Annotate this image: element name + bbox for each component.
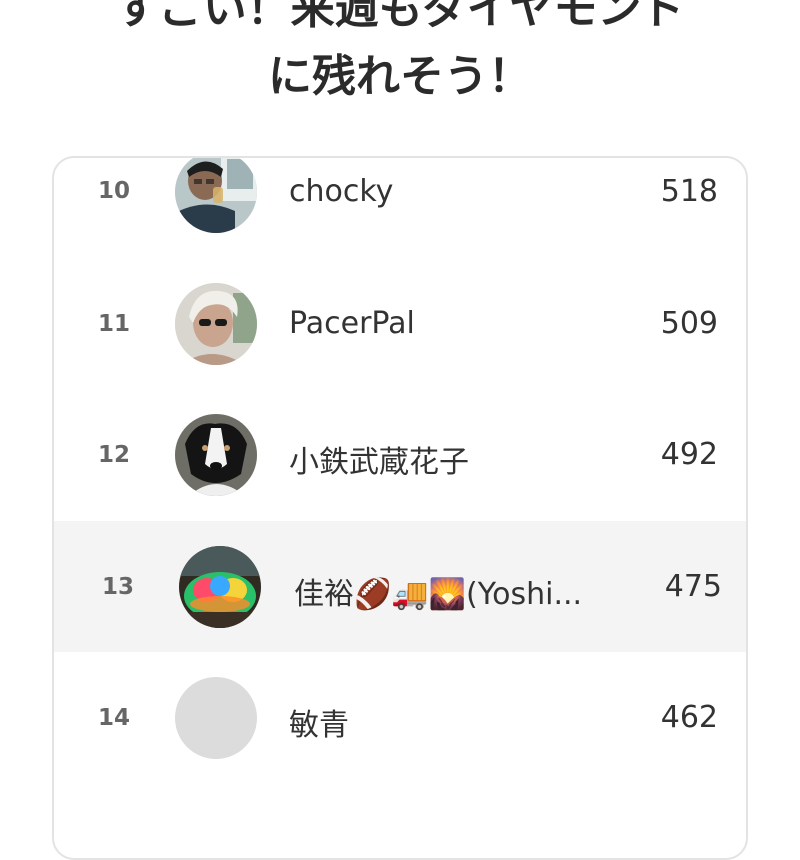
avatar[interactable] [175, 283, 257, 365]
rank-number: 13 [101, 574, 134, 600]
user-name: 小鉄武蔵花子 [289, 445, 469, 480]
user-name: chocky [289, 174, 394, 209]
score-value: 462 [660, 700, 718, 735]
avatar[interactable] [175, 158, 257, 233]
leaderboard-row-current-user[interactable]: 13 佳裕🏈🚚🌄(Yoshi... 475 [54, 521, 746, 652]
rank-number: 11 [97, 311, 130, 337]
avatar[interactable] [179, 546, 261, 628]
leaderboard-row[interactable]: 10 chocky 518 [54, 158, 746, 259]
rank-number: 14 [97, 705, 130, 731]
headline-line-1: すごい！来週もダイヤモンド [114, 0, 686, 34]
headline-line-2: に残れそう！ [268, 51, 532, 102]
default-avatar[interactable] [175, 677, 257, 759]
user-name: 佳裕🏈🚚🌄(Yoshi... [294, 577, 583, 612]
leaderboard-row[interactable]: 14 敏青 462 [54, 652, 746, 783]
user-name: 敏青 [289, 708, 349, 743]
user-name: PacerPal [289, 306, 415, 341]
rank-number: 10 [97, 178, 130, 204]
avatar[interactable] [175, 414, 257, 496]
score-value: 518 [660, 174, 718, 209]
leaderboard-row[interactable]: 12 小鉄武蔵花子 492 [54, 390, 746, 521]
score-value: 509 [660, 306, 718, 341]
rank-number: 12 [97, 442, 130, 468]
leaderboard-row[interactable]: 11 PacerPal 509 [54, 259, 746, 390]
leaderboard-card: 10 chocky 518 11 PacerPal 509 12 小鉄武蔵花子 … [52, 156, 748, 860]
score-value: 492 [660, 437, 718, 472]
score-value: 475 [664, 569, 722, 604]
